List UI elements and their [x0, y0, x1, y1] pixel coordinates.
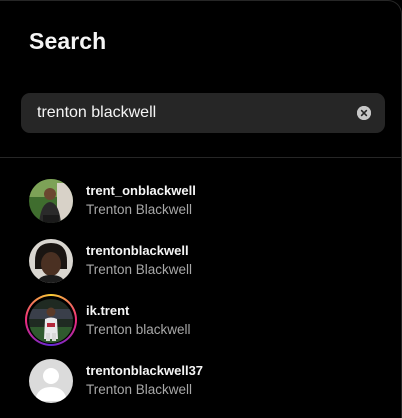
close-icon	[357, 106, 371, 120]
search-result-item[interactable]: trentonblackwell Trenton Blackwell	[0, 229, 401, 289]
panel-title: Search	[29, 28, 107, 54]
result-fullname: Trenton Blackwell	[86, 382, 193, 397]
avatar[interactable]	[29, 359, 73, 403]
result-username: ik.trent	[86, 303, 130, 318]
result-fullname: Trenton Blackwell	[86, 262, 193, 277]
divider	[0, 157, 401, 158]
avatar[interactable]	[29, 299, 73, 343]
search-input[interactable]	[37, 104, 357, 122]
profile-photo	[29, 299, 73, 343]
result-username: trent_onblackwell	[86, 183, 196, 198]
result-username: trentonblackwell	[86, 243, 189, 258]
search-panel: Search trenton blackwell trent_onblackwe…	[0, 0, 402, 418]
profile-photo	[29, 239, 73, 283]
search-result-item[interactable]: ik.trent Trenton blackwell	[0, 289, 401, 349]
clear-search-button[interactable]	[357, 106, 371, 120]
avatar[interactable]	[29, 239, 73, 283]
avatar[interactable]	[29, 179, 73, 223]
default-avatar-icon	[29, 359, 73, 403]
result-fullname: Trenton Blackwell	[86, 202, 193, 217]
result-fullname: Trenton blackwell	[86, 322, 191, 337]
result-username: trentonblackwell37	[86, 363, 204, 378]
search-results-list: trent_onblackwell Trenton Blackwell tren…	[0, 169, 401, 409]
profile-photo	[29, 179, 73, 223]
search-result-item[interactable]: trent_onblackwell Trenton Blackwell	[0, 169, 401, 229]
search-result-item[interactable]: trentonblackwell37 Trenton Blackwell	[0, 349, 401, 409]
search-field[interactable]	[21, 93, 385, 133]
